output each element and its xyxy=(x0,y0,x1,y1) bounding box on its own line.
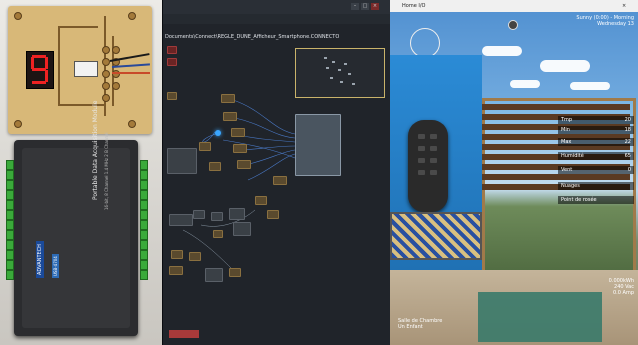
minimap[interactable] xyxy=(295,48,385,98)
room-label: Salle de Chambre Un Enfant xyxy=(398,318,443,330)
function-block[interactable] xyxy=(233,222,251,236)
stat-row: Max 22 xyxy=(558,138,634,146)
flow-node[interactable] xyxy=(167,46,177,54)
flow-node[interactable] xyxy=(167,58,177,66)
compass-icon xyxy=(410,28,440,58)
stat-row: Nuages xyxy=(558,182,634,190)
active-connector-dot[interactable] xyxy=(215,130,221,136)
sun-position-icon[interactable] xyxy=(508,20,518,30)
home-io-window: Home I/O × Sunny (0:00) - Morning Wednes… xyxy=(390,0,638,345)
power-readout: 0.000kWh 240 Vac 0.0 Amp xyxy=(608,278,634,296)
flow-node[interactable] xyxy=(209,162,221,171)
flow-node[interactable] xyxy=(273,176,287,185)
flow-node[interactable] xyxy=(229,208,245,220)
home-titlebar: Home I/O × xyxy=(390,0,638,12)
flow-node[interactable] xyxy=(221,94,235,103)
flow-node[interactable] xyxy=(267,210,279,219)
flow-node[interactable] xyxy=(211,212,223,221)
flow-node[interactable] xyxy=(231,128,245,137)
daq-model-label: USB-4704 xyxy=(52,254,59,278)
flow-node[interactable] xyxy=(169,266,183,275)
status-indicator xyxy=(169,330,199,338)
seven-segment-board xyxy=(8,6,152,134)
flow-node[interactable] xyxy=(193,210,205,219)
stat-row: Point de rosée xyxy=(558,196,634,204)
daq-brand-label: ADVANTECH xyxy=(36,241,44,278)
function-block[interactable] xyxy=(167,148,197,174)
data-acquisition-module: Portable Data Acquisition Module 16-bit,… xyxy=(14,101,138,336)
seven-segment-display xyxy=(26,51,54,89)
flow-node[interactable] xyxy=(255,196,267,205)
daq-subtitle: 16-bit, 8 Channel 1.4 MHz 2 B Channel xyxy=(104,132,109,210)
flow-node[interactable] xyxy=(237,160,251,169)
flow-node[interactable] xyxy=(223,112,237,121)
stat-row: Humidité 65 xyxy=(558,152,634,160)
flow-node[interactable] xyxy=(213,230,223,238)
flow-node[interactable] xyxy=(199,142,211,151)
stat-row: Tmp 20 xyxy=(558,116,634,124)
function-block[interactable] xyxy=(205,268,223,282)
flow-node[interactable] xyxy=(167,92,177,100)
device-hub-block[interactable] xyxy=(295,114,341,176)
remote-control[interactable] xyxy=(408,120,448,212)
connect-editor-window: – □ × Documents\Connect\REGLE_DUNE_Affic… xyxy=(162,0,392,345)
hardware-photo: Portable Data Acquisition Module 16-bit,… xyxy=(0,0,162,345)
close-icon[interactable]: × xyxy=(622,3,626,9)
decoder-chip xyxy=(74,61,98,77)
flow-node[interactable] xyxy=(171,250,183,259)
flow-node[interactable] xyxy=(189,252,201,261)
stat-row: Vent 0 xyxy=(558,166,634,174)
stat-row: Min 18 xyxy=(558,126,634,134)
flow-node[interactable] xyxy=(229,268,241,277)
daq-title: Portable Data Acquisition Module xyxy=(92,100,99,200)
play-rug xyxy=(478,292,602,342)
window-title: Home I/O xyxy=(402,3,426,9)
weather-header: Sunny (0:00) - Morning Wednesday 13 xyxy=(576,15,634,27)
bed xyxy=(390,212,482,260)
function-block[interactable] xyxy=(169,214,193,226)
flow-node[interactable] xyxy=(233,144,247,153)
